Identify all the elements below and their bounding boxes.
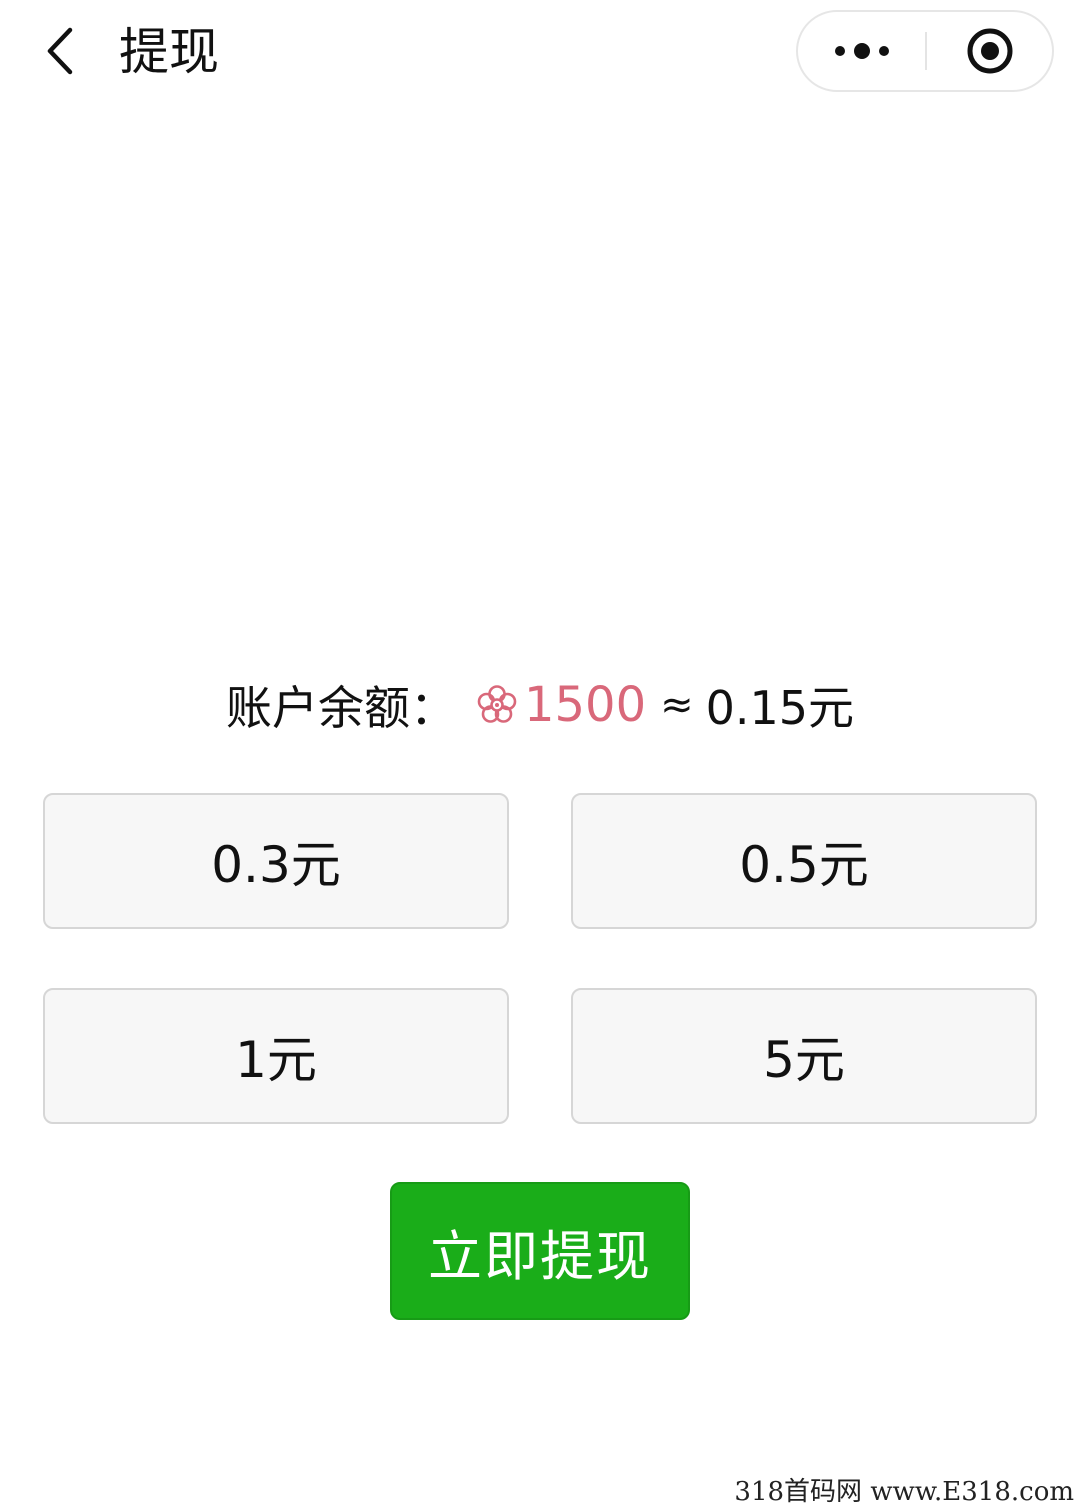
flower-coin-icon — [474, 682, 520, 728]
site-watermark: 318首码网 www.E318.com — [730, 1477, 1078, 1507]
withdraw-now-button[interactable]: 立即提现 — [390, 1182, 690, 1320]
amount-option-0-3[interactable]: 0.3元 — [43, 793, 509, 929]
chevron-left-icon — [47, 27, 73, 75]
amount-option-1[interactable]: 1元 — [43, 988, 509, 1124]
more-button[interactable] — [798, 12, 926, 90]
page-title: 提现 — [119, 23, 219, 81]
more-dots-icon — [835, 43, 889, 59]
target-close-icon — [967, 28, 1013, 74]
amount-option-5[interactable]: 5元 — [571, 988, 1037, 1124]
balance-label: 账户余额： — [225, 681, 456, 735]
approx-sign: ≈ — [660, 682, 694, 728]
mini-program-capsule — [796, 10, 1054, 92]
coin-amount: 1500 — [523, 677, 647, 733]
capsule-divider — [925, 32, 927, 70]
cash-amount: 0.15元 — [705, 681, 855, 735]
account-balance: 账户余额： 1500 ≈ 0.15元 — [0, 672, 1080, 738]
nav-bar: 提现 — [0, 0, 1080, 104]
back-button[interactable] — [30, 18, 90, 84]
withdraw-page: 提现 账户余额： 1500 ≈ 0.15元 0.3元 0.5元 1元 5元 立即… — [0, 0, 1080, 1507]
amount-option-0-5[interactable]: 0.5元 — [571, 793, 1037, 929]
close-button[interactable] — [928, 12, 1052, 90]
